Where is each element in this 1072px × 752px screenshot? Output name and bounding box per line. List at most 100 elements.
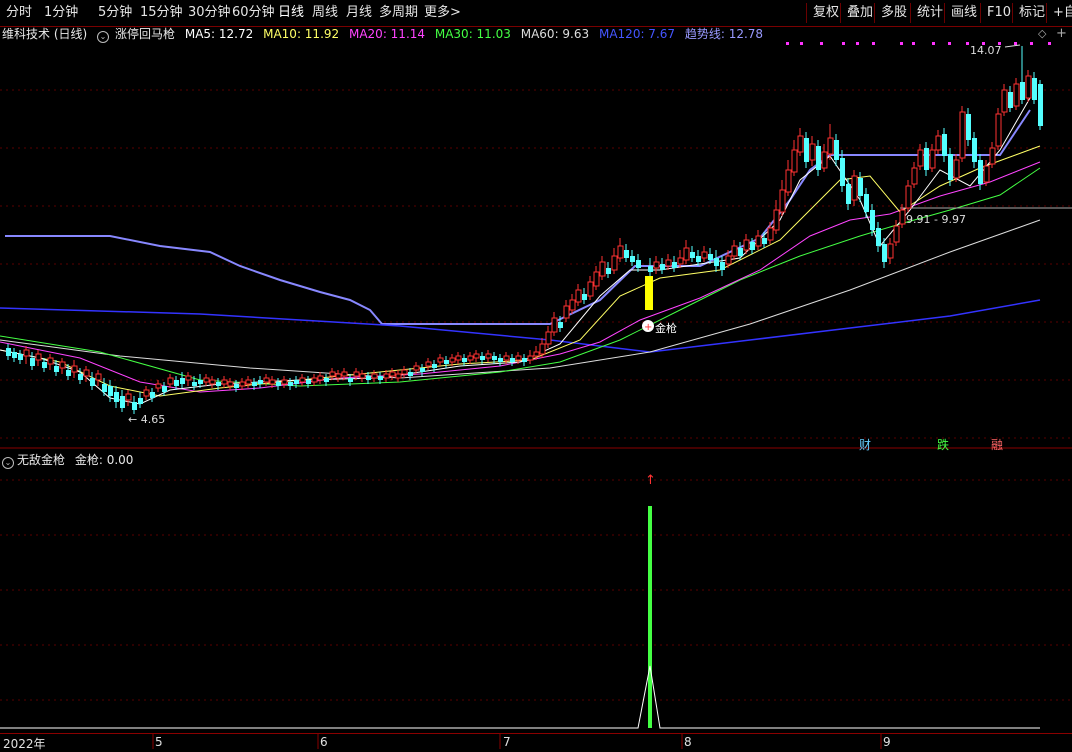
date-label-sep: 9: [883, 735, 891, 749]
kline-chart[interactable]: +↑: [0, 0, 1072, 749]
candle-body: [258, 380, 263, 384]
candle-body: [599, 261, 606, 277]
candle-body: [437, 357, 444, 363]
candle-body: [924, 148, 929, 170]
candle-body: [731, 245, 738, 257]
candle-body: [317, 375, 324, 381]
candle-body: [329, 371, 336, 377]
candle-body: [816, 146, 821, 170]
finance-tag[interactable]: 财: [859, 436, 871, 453]
signal-bar: [648, 506, 652, 728]
candle-body: [401, 369, 408, 375]
candle-body: [78, 374, 83, 380]
candle-body: [660, 264, 665, 270]
candle-body: [341, 371, 348, 377]
candle-body: [989, 147, 996, 165]
candle-body: [371, 373, 378, 379]
candle-body: [966, 114, 971, 140]
candle-body: [348, 378, 353, 382]
candle-body: [306, 380, 311, 384]
signal-dot: [856, 42, 859, 45]
sub-indicator-value: 金枪: 0.00: [74, 453, 134, 467]
candle-body: [846, 184, 851, 204]
candle-body: [114, 392, 119, 402]
sub-legend: ⌄ 无敌金枪 金枪: 0.00: [2, 452, 134, 469]
candle-body: [611, 255, 618, 271]
signal-dot: [1048, 42, 1051, 45]
candle-body: [725, 255, 732, 265]
high-price-label: 14.07: [970, 44, 1002, 57]
candle-body: [59, 361, 66, 369]
date-label-jun: 6: [320, 735, 328, 749]
candle-body: [851, 175, 858, 201]
candle-body: [503, 355, 510, 361]
candle-body: [167, 377, 174, 385]
candle-body: [192, 382, 197, 386]
candle-body: [66, 370, 71, 376]
candle-body: [108, 386, 113, 396]
signal-dot: [800, 42, 803, 45]
candle-body: [125, 393, 132, 401]
candle-body: [672, 262, 677, 268]
candle-body: [1020, 82, 1025, 100]
candle-body: [911, 167, 918, 185]
candle-body: [138, 398, 143, 404]
candle-body: [480, 356, 485, 360]
candle-body: [551, 317, 558, 333]
signal-dot: [1030, 42, 1033, 45]
range-label: 9.91 - 9.97: [906, 213, 966, 226]
candle-body: [155, 383, 162, 389]
candle-body: [180, 378, 185, 384]
candle-body: [762, 238, 767, 244]
sub-indicator-name[interactable]: 无敌金枪: [17, 453, 65, 467]
date-label-aug: 8: [684, 735, 692, 749]
date-label-year: 2022年: [3, 737, 46, 751]
candle-body: [389, 371, 396, 377]
drop-tag[interactable]: 跌: [937, 436, 949, 453]
candle-body: [455, 355, 462, 361]
candle-body: [102, 384, 107, 392]
candle-body: [1025, 75, 1032, 99]
candle-body: [714, 258, 719, 266]
candle-body: [636, 260, 641, 268]
candle-body: [515, 355, 522, 361]
candle-body: [281, 379, 288, 385]
candle-body: [995, 113, 1002, 147]
candle-body: [834, 140, 839, 160]
candle-body: [269, 379, 276, 385]
candle-body: [864, 194, 869, 212]
candle-body: [227, 381, 234, 387]
candle-body: [755, 235, 762, 247]
candle-body: [887, 243, 894, 259]
candle-body: [527, 355, 534, 361]
candle-body: [174, 380, 179, 386]
candle-body: [432, 364, 437, 368]
candle-body: [690, 252, 695, 258]
signal-dot: [900, 42, 903, 45]
sub-toggle-icon[interactable]: ⌄: [2, 457, 14, 469]
candle-body: [150, 392, 155, 398]
candle-body: [18, 354, 23, 360]
signal-candle: [645, 276, 653, 310]
candle-body: [929, 149, 936, 169]
candle-body: [299, 377, 306, 383]
high-arrow: [1004, 44, 1021, 48]
candle-body: [582, 294, 587, 300]
candle-body: [917, 149, 924, 167]
candle-body: [47, 357, 54, 365]
candle-body: [378, 376, 383, 380]
trend-line: [5, 109, 1031, 325]
sub-line: [0, 665, 1040, 729]
candle-body: [1001, 89, 1008, 113]
candle-body: [35, 353, 42, 361]
candle-body: [983, 165, 990, 183]
candle-body: [288, 382, 293, 386]
margin-tag[interactable]: 融: [991, 436, 1003, 453]
candle-body: [216, 382, 221, 386]
candle-body: [809, 143, 816, 161]
candle-body: [1032, 78, 1037, 100]
candle-body: [773, 209, 780, 231]
candle-body: [972, 138, 977, 162]
candle-body: [1013, 83, 1020, 107]
candle-body: [6, 348, 11, 356]
